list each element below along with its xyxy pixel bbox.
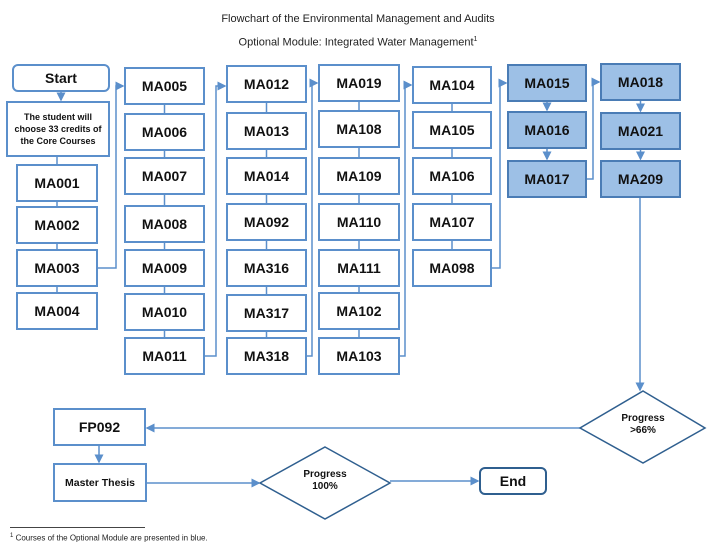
arrow-column-transition: [492, 78, 508, 269]
course-box-ma092: MA092: [226, 203, 307, 241]
course-box-ma013: MA013: [226, 112, 307, 150]
course-box-ma110: MA110: [318, 203, 400, 241]
decision-100-label: Progress 100%: [280, 469, 370, 493]
arrow-column-transition: [587, 77, 601, 180]
footnote-text: Courses of the Optional Module are prese…: [15, 533, 208, 543]
decision-66-line1: Progress: [621, 413, 665, 424]
course-box-ma002: MA002: [16, 206, 98, 244]
course-box-ma316: MA316: [226, 249, 307, 287]
course-box-ma016: MA016: [507, 111, 587, 149]
course-box-ma010: MA010: [124, 293, 205, 331]
course-box-ma018: MA018: [600, 63, 681, 101]
course-box-fp092: FP092: [53, 408, 146, 446]
course-box-ma109: MA109: [318, 157, 400, 195]
arrow-column-transition: [307, 78, 319, 357]
footnote-marker: 1: [10, 533, 14, 539]
course-box-ma107: MA107: [412, 203, 492, 241]
course-box-ma103: MA103: [318, 337, 400, 375]
course-box-ma011: MA011: [124, 337, 205, 375]
course-box-ma105: MA105: [412, 111, 492, 149]
course-box-ma106: MA106: [412, 157, 492, 195]
master-thesis-box: Master Thesis: [53, 463, 147, 502]
course-box-ma019: MA019: [318, 64, 400, 102]
course-box-ma001: MA001: [16, 164, 98, 202]
course-box-ma004: MA004: [16, 292, 98, 330]
course-box-ma317: MA317: [226, 294, 307, 332]
course-box-ma111: MA111: [318, 249, 400, 287]
footnote: 1 Courses of the Optional Module are pre…: [10, 533, 208, 543]
course-box-ma104: MA104: [412, 66, 492, 104]
course-box-ma005: MA005: [124, 67, 205, 105]
decision-100-line1: Progress: [303, 469, 347, 480]
core-courses-note: The student will choose 33 credits of th…: [6, 101, 110, 157]
decision-100-line2: 100%: [312, 481, 338, 492]
course-box-ma003: MA003: [16, 249, 98, 287]
course-box-ma007: MA007: [124, 157, 205, 195]
course-box-ma014: MA014: [226, 157, 307, 195]
arrow-column-transition: [400, 80, 413, 357]
course-box-ma008: MA008: [124, 205, 205, 243]
end-node: End: [479, 467, 547, 495]
course-box-ma098: MA098: [412, 249, 492, 287]
course-box-ma108: MA108: [318, 110, 400, 148]
course-box-ma015: MA015: [507, 64, 587, 102]
course-box-ma017: MA017: [507, 160, 587, 198]
course-box-ma209: MA209: [600, 160, 681, 198]
course-box-ma102: MA102: [318, 292, 400, 330]
start-node: Start: [12, 64, 110, 92]
course-box-ma021: MA021: [600, 112, 681, 150]
footnote-divider: [10, 527, 145, 528]
course-box-ma012: MA012: [226, 65, 307, 103]
course-box-ma318: MA318: [226, 337, 307, 375]
decision-66-line2: >66%: [630, 425, 656, 436]
decision-66-label: Progress >66%: [598, 413, 688, 437]
course-box-ma006: MA006: [124, 113, 205, 151]
course-box-ma009: MA009: [124, 249, 205, 287]
arrow-column-transition: [205, 81, 227, 357]
